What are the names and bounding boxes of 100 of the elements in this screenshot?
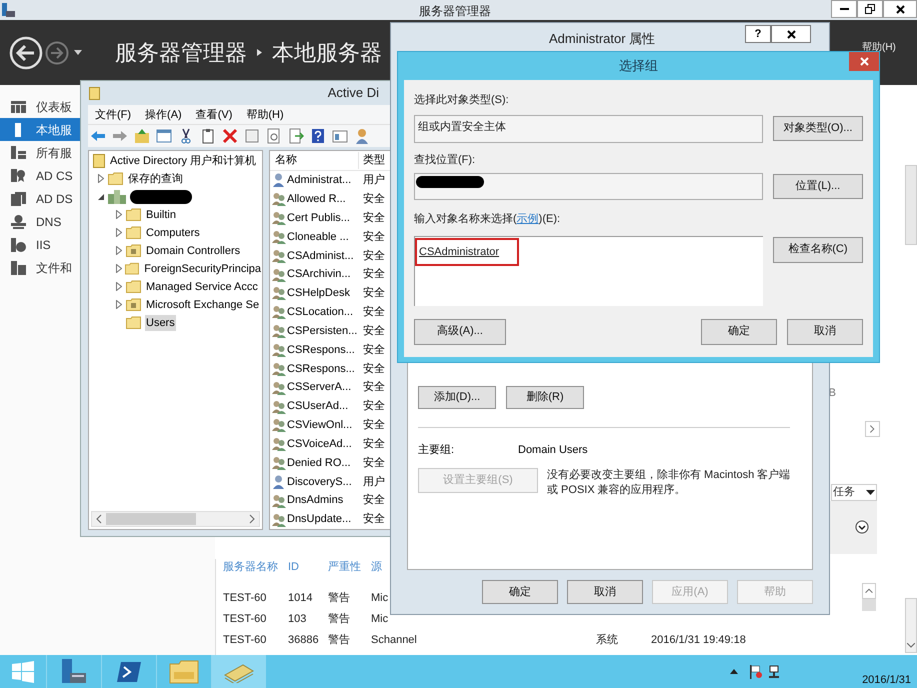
list-item[interactable]: CSRespons...	[287, 360, 359, 378]
nav-item[interactable]: DNS	[0, 210, 80, 233]
breadcrumb-item[interactable]: 服务器管理器	[115, 36, 247, 69]
dialog-button[interactable]: 确定	[482, 580, 558, 604]
list-item[interactable]: Cert Publis...	[287, 210, 359, 226]
scrollbar[interactable]	[905, 598, 917, 653]
example-link[interactable]: 示例	[516, 213, 539, 225]
tree-item[interactable]: Managed Service Accc	[145, 278, 259, 296]
tree-item[interactable]: ForeignSecurityPrincipa	[143, 260, 262, 278]
list-item[interactable]: DnsUpdate...	[287, 511, 359, 528]
expand-arrow-icon[interactable]	[116, 300, 122, 310]
location-button[interactable]: 位置(L)...	[772, 174, 863, 199]
tree-item[interactable]: Microsoft Exchange Se	[145, 296, 260, 314]
close-button[interactable]	[771, 25, 811, 43]
list-item[interactable]: Denied RO...	[287, 454, 359, 472]
list-item[interactable]: CSAdminist...	[287, 248, 359, 264]
menu-item[interactable]: 帮助(H)	[246, 106, 284, 124]
list-item[interactable]: CSHelpDesk	[287, 285, 359, 302]
breadcrumb-item[interactable]: 本地服务器	[272, 36, 382, 69]
nav-item[interactable]: 仪表板	[0, 95, 80, 118]
scrollbar-thumb[interactable]	[862, 598, 876, 610]
add-button[interactable]: 添加(D)...	[418, 386, 496, 409]
list-item[interactable]: CSLocation...	[287, 304, 359, 321]
refresh-icon[interactable]	[266, 128, 282, 144]
menu-item[interactable]: 文件(F)	[95, 106, 132, 124]
nav-item[interactable]: 文件和	[0, 256, 80, 279]
properties-icon[interactable]	[244, 128, 260, 144]
object-names-field[interactable]: CSAdministrator	[414, 236, 763, 306]
start-icon[interactable]	[12, 660, 34, 682]
nav-item[interactable]: 所有服	[0, 141, 80, 164]
nav-item[interactable]: AD CS	[0, 164, 80, 187]
export-icon[interactable]	[288, 128, 304, 144]
tree-item[interactable]: 保存的查询	[127, 170, 184, 188]
check-names-button[interactable]: 检查名称(C)	[772, 236, 863, 262]
horizontal-scrollbar[interactable]	[91, 511, 260, 527]
minimize-button[interactable]	[831, 0, 857, 18]
tray-date[interactable]: 2016/1/31	[862, 672, 911, 688]
list-item[interactable]: CSServerA...	[287, 379, 359, 396]
tree-toggle-icon[interactable]	[156, 128, 172, 144]
close-button[interactable]	[883, 0, 917, 18]
network-icon[interactable]	[768, 664, 780, 678]
advanced-button[interactable]: 高级(A)...	[414, 318, 506, 344]
list-item[interactable]: CSPersisten...	[287, 322, 359, 340]
expand-arrow-icon[interactable]	[116, 246, 122, 256]
taskbar-button[interactable]	[211, 655, 266, 688]
list-item[interactable]: CSVoiceAd...	[287, 436, 359, 452]
forward-icon[interactable]	[45, 40, 69, 64]
expand-arrow-icon[interactable]	[116, 210, 122, 220]
scroll-up-icon[interactable]	[862, 582, 876, 598]
menu-item[interactable]: 查看(V)	[196, 106, 232, 124]
dialog-button[interactable]: 取消	[567, 580, 643, 604]
tree-item[interactable]: Active Directory 用户和计算机	[109, 152, 258, 170]
scrollbar-thumb[interactable]	[106, 513, 196, 525]
view-icon[interactable]	[332, 128, 348, 144]
remove-button[interactable]: 删除(R)	[506, 386, 584, 409]
column-header[interactable]: 服务器名称	[223, 560, 278, 573]
expand-arrow-icon[interactable]	[116, 282, 122, 292]
list-item[interactable]: CSRespons...	[287, 342, 359, 358]
ok-button[interactable]: 确定	[701, 318, 777, 344]
column-header[interactable]: ID	[288, 560, 299, 573]
tree-item[interactable]: Users	[145, 314, 176, 332]
flag-icon[interactable]	[750, 664, 762, 678]
restore-button[interactable]	[857, 0, 883, 18]
expand-arrow-icon[interactable]	[116, 264, 122, 274]
list-item[interactable]: CSViewOnl...	[287, 417, 359, 434]
chevron-down-circle-icon[interactable]	[855, 520, 869, 534]
column-header[interactable]: 严重性	[328, 560, 361, 573]
users-icon[interactable]	[354, 128, 370, 144]
nav-item[interactable]: AD DS	[0, 187, 80, 210]
nav-item[interactable]: 本地服	[0, 118, 80, 141]
tree-item[interactable]: Computers	[145, 224, 201, 242]
list-item[interactable]: CSUserAd...	[287, 398, 359, 415]
column-header[interactable]: 名称	[270, 152, 359, 169]
list-item[interactable]: Cloneable ...	[287, 228, 359, 246]
help-icon[interactable]	[310, 128, 326, 144]
tasks-dropdown[interactable]: 任务	[831, 484, 877, 500]
menu-item[interactable]: 操作(A)	[145, 106, 182, 124]
tree-item[interactable]: Domain Controllers	[145, 242, 242, 260]
scroll-right-icon[interactable]	[865, 420, 880, 436]
back-icon[interactable]	[9, 36, 43, 70]
tree-item[interactable]: Builtin	[145, 206, 177, 224]
nav-item[interactable]: IIS	[0, 233, 80, 256]
list-item[interactable]: DnsAdmins	[287, 492, 359, 509]
dropdown-caret-icon[interactable]	[74, 50, 82, 55]
menu-item[interactable]: 帮助(H)	[862, 40, 896, 55]
column-header[interactable]: 类型	[359, 152, 385, 169]
cancel-button[interactable]: 取消	[787, 318, 863, 344]
list-item[interactable]: Administrat...	[287, 172, 359, 189]
show-hidden-icon[interactable]	[730, 669, 738, 674]
scrollbar[interactable]	[905, 165, 917, 245]
column-header[interactable]: 源	[371, 560, 382, 573]
help-button[interactable]: ?	[745, 25, 771, 43]
clipboard-icon[interactable]	[200, 128, 216, 144]
delete-icon[interactable]	[222, 128, 238, 144]
expand-arrow-icon[interactable]	[116, 228, 122, 238]
list-item[interactable]: DiscoveryS...	[287, 474, 359, 490]
expand-arrow-icon[interactable]	[98, 174, 104, 184]
object-types-button[interactable]: 对象类型(O)...	[772, 116, 863, 141]
collapse-arrow-icon[interactable]	[98, 194, 104, 200]
list-item[interactable]: Allowed R...	[287, 190, 359, 208]
